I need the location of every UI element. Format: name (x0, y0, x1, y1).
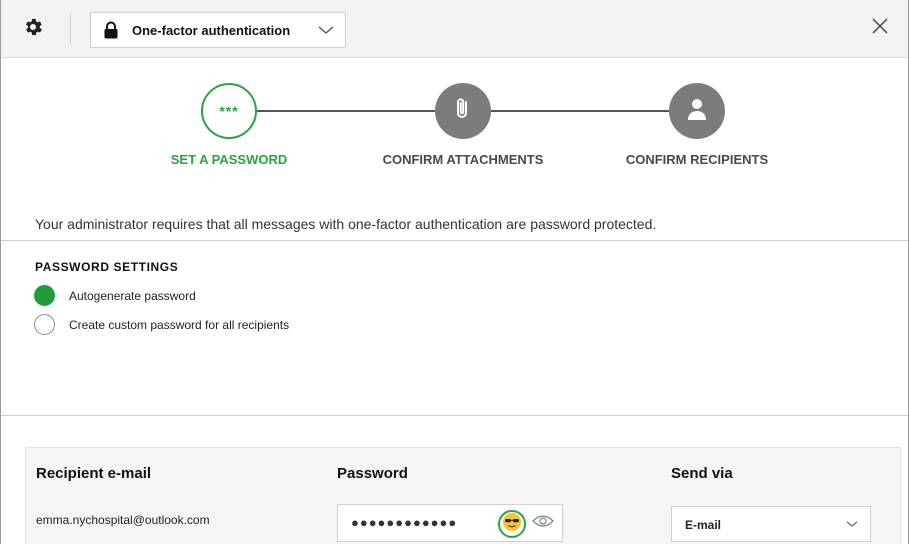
settings-button[interactable] (19, 15, 47, 43)
stepper-connector (257, 110, 435, 112)
column-header-send-via: Send via (671, 465, 733, 482)
password-settings-heading: PASSWORD SETTINGS (35, 260, 179, 274)
column-header-email: Recipient e-mail (36, 465, 152, 482)
step-label-password: SET A PASSWORD (170, 152, 288, 167)
step-label-recipients: CONFIRM RECIPIENTS (625, 152, 769, 167)
toolbar: One-factor authentication (1, 0, 908, 58)
section-divider (1, 415, 908, 416)
password-mask: ●●●●●●●●●●●● (351, 515, 458, 530)
radio-label: Autogenerate password (69, 288, 196, 303)
gear-icon (22, 16, 44, 43)
eye-icon (532, 513, 554, 534)
column-header-password: Password (337, 465, 408, 482)
step-attachments-circle (435, 83, 491, 139)
radio-button-selected[interactable] (34, 285, 55, 306)
recipient-card: Recipient e-mail Password Send via emma.… (25, 447, 901, 544)
stepper-connector (491, 110, 669, 112)
admin-notice: Your administrator requires that all mes… (35, 216, 657, 232)
asterisks-icon: *** (219, 103, 239, 119)
sunglasses-emoji-icon (502, 512, 522, 537)
close-button[interactable] (868, 16, 892, 40)
password-field[interactable]: ●●●●●●●●●●●● (337, 504, 563, 542)
send-via-select[interactable]: E-mail (671, 506, 871, 542)
protected-send-dialog: One-factor authentication *** SET A PASS… (0, 0, 909, 544)
toolbar-divider (70, 14, 71, 44)
close-icon (871, 17, 889, 40)
lock-icon (103, 21, 119, 39)
send-via-value: E-mail (685, 518, 722, 532)
radio-autogenerate-password[interactable]: Autogenerate password (34, 285, 196, 306)
auth-mode-label: One-factor authentication (132, 22, 291, 38)
chevron-down-icon (846, 519, 858, 529)
radio-button[interactable] (34, 314, 55, 335)
paperclip-icon (452, 96, 474, 127)
radio-custom-password[interactable]: Create custom password for all recipient… (34, 314, 289, 335)
step-password-circle: *** (201, 83, 257, 139)
person-icon (685, 96, 709, 127)
show-password-button[interactable] (532, 514, 554, 532)
password-strength-button[interactable] (498, 510, 526, 538)
recipient-email: emma.nychospital@outlook.com (36, 513, 210, 527)
chevron-down-icon (317, 23, 335, 37)
section-divider (1, 240, 908, 241)
step-recipients-circle (669, 83, 725, 139)
step-label-attachments: CONFIRM ATTACHMENTS (382, 152, 544, 167)
auth-mode-dropdown[interactable]: One-factor authentication (90, 12, 346, 48)
radio-label: Create custom password for all recipient… (69, 317, 290, 332)
